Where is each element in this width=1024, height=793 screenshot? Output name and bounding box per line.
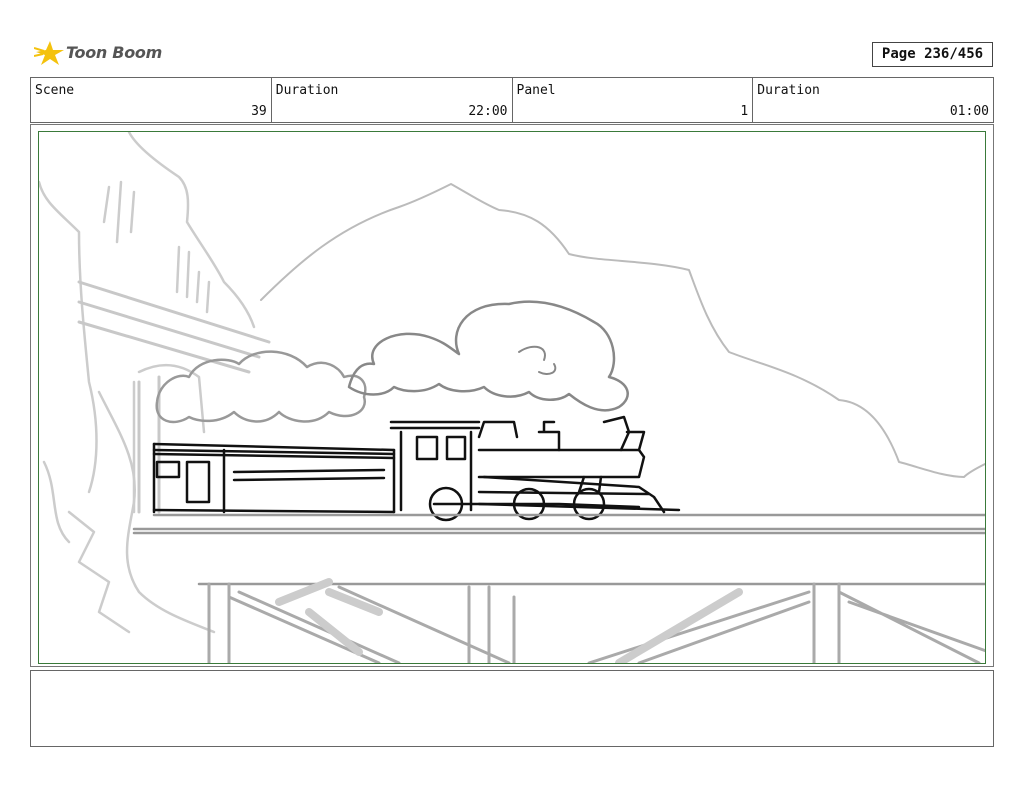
panel-value: 1 [740, 104, 749, 119]
scene-label: Scene [35, 83, 75, 98]
toon-boom-star-icon [34, 41, 64, 65]
panel-duration-cell: Duration 01:00 [753, 78, 993, 122]
panel-duration-value: 01:00 [949, 104, 989, 119]
scene-duration-label: Duration [275, 83, 339, 98]
page-number: Page 236/456 [872, 42, 993, 67]
panel-notes [30, 670, 994, 747]
scene-duration-cell: Duration 22:00 [272, 78, 513, 122]
scene-value: 39 [251, 104, 267, 119]
panel-duration-label: Duration [757, 83, 820, 98]
storyboard-panel [30, 124, 994, 667]
panel-frame [38, 131, 986, 664]
panel-label: Panel [516, 83, 556, 98]
logo-text: Toon Boom [66, 43, 162, 62]
panel-info-row: Scene 39 Duration 22:00 Panel 1 Duration… [30, 77, 994, 123]
sketch-drawing [39, 132, 985, 663]
scene-duration-value: 22:00 [468, 104, 508, 119]
panel-cell: Panel 1 [513, 78, 754, 122]
toon-boom-logo: Toon Boom [34, 38, 164, 68]
scene-cell: Scene 39 [31, 78, 272, 122]
